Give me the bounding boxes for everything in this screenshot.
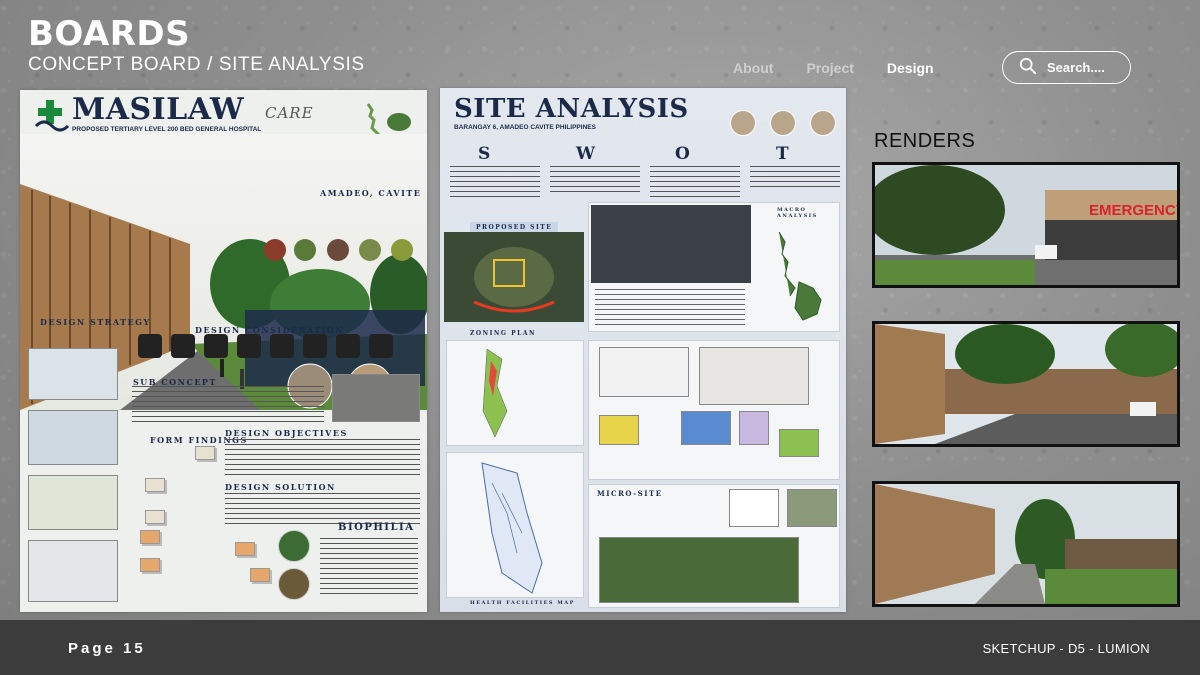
design-strategy-heading: DESIGN STRATEGY — [40, 317, 151, 327]
emergency-sign: EMERGENCY — [1089, 202, 1177, 219]
svg-text:AMADEO, CAVITE: AMADEO, CAVITE — [319, 188, 421, 198]
board-subtitle: PROPOSED TERTIARY LEVEL 200 BED GENERAL … — [72, 126, 262, 133]
design-objectives-heading: DESIGN OBJECTIVES — [225, 428, 348, 438]
consideration-icon — [270, 334, 294, 358]
consideration-icons — [138, 334, 393, 358]
design-solution-heading: DESIGN SOLUTION — [225, 482, 336, 492]
consideration-icon — [171, 334, 195, 358]
macro-analysis-label: MACRO ANALYSIS — [777, 207, 818, 219]
consideration-icon — [303, 334, 327, 358]
biophilia-heading: BIOPHILIA — [338, 522, 415, 533]
form-block — [195, 446, 215, 460]
board-title-suffix: CARE — [265, 104, 314, 122]
page-subtitle: CONCEPT BOARD / SITE ANALYSIS — [28, 54, 365, 75]
strategy-diagram-1 — [28, 348, 118, 400]
swot-strengths-text — [450, 166, 540, 198]
hazard-map — [681, 411, 731, 445]
biophilia-thumb — [278, 568, 310, 600]
consideration-icon — [138, 334, 162, 358]
form-block — [250, 568, 270, 582]
macro-analysis-panel-1: MACRO ANALYSIS — [588, 202, 840, 332]
consideration-icon — [336, 334, 360, 358]
page-number: Page 15 — [68, 640, 146, 657]
health-facilities-map-label: HEALTH FACILITIES MAP — [470, 600, 575, 606]
strategy-diagram-3 — [28, 475, 118, 530]
form-block — [145, 510, 165, 524]
regional-map — [779, 429, 819, 457]
swot-o: O — [675, 144, 690, 164]
strategy-diagram-2 — [28, 410, 118, 465]
zoning-map — [599, 415, 639, 445]
form-block — [145, 478, 165, 492]
search-placeholder: Search.... — [1047, 60, 1105, 75]
zoning-plan-label: ZONING PLAN — [470, 330, 536, 337]
site-analysis-title: SITE ANALYSIS — [454, 94, 689, 124]
swot-weaknesses-text — [550, 166, 640, 194]
zoning-plan-panel — [446, 340, 584, 446]
land-use-map — [739, 411, 769, 445]
biophilia-text — [320, 538, 418, 598]
health-facilities-map — [446, 452, 584, 598]
footer-bar: Page 15 SKETCHUP - D5 - LUMION — [0, 620, 1200, 675]
swot-s: S — [478, 144, 491, 164]
search-icon — [1019, 57, 1037, 78]
micro-site-label: MICRO-SITE — [597, 489, 663, 498]
render-emergency-entrance[interactable]: EMERGENCY — [872, 162, 1180, 288]
hospital-logo-icon — [32, 96, 72, 136]
render-street-view[interactable] — [872, 321, 1180, 447]
sub-concept-photo — [332, 374, 420, 422]
nav-about[interactable]: About — [733, 60, 773, 76]
consideration-icon — [237, 334, 261, 358]
top-nav: About Project Design — [733, 60, 934, 76]
macro-analysis-panel-2 — [588, 340, 840, 480]
form-block — [140, 558, 160, 572]
swot-w: W — [576, 144, 596, 164]
swot-t: T — [776, 144, 789, 164]
micro-site-diagram — [599, 537, 799, 603]
site-photo — [787, 489, 837, 527]
philippines-map-icon — [778, 231, 822, 321]
site-analysis-board[interactable]: SITE ANALYSIS BARANGAY 6, AMADEO CAVITE … — [440, 88, 846, 612]
proposed-site-map — [444, 232, 584, 322]
road-network-map — [699, 347, 809, 405]
team-avatar — [730, 110, 756, 136]
macro-dark-map — [591, 205, 751, 283]
macro-text — [595, 289, 745, 327]
consideration-icon — [369, 334, 393, 358]
page-title: BOARDS — [28, 14, 191, 54]
sub-concept-text — [132, 386, 324, 426]
render-garden-walkway[interactable] — [872, 481, 1180, 607]
design-objectives-text — [225, 439, 420, 477]
board-title: MASILAW — [72, 92, 245, 127]
strategy-diagram-4 — [28, 540, 118, 602]
swot-opportunities-text — [650, 166, 740, 198]
municipality-map — [599, 347, 689, 397]
form-block — [235, 542, 255, 556]
nav-project[interactable]: Project — [806, 60, 853, 76]
site-analysis-subtitle: BARANGAY 6, AMADEO CAVITE PHILIPPINES — [454, 124, 596, 131]
nav-design[interactable]: Design — [887, 60, 934, 76]
micro-site-panel: MICRO-SITE — [588, 484, 840, 608]
consideration-icon — [204, 334, 228, 358]
tools-credit: SKETCHUP - D5 - LUMION — [982, 641, 1150, 656]
concept-board[interactable]: MASILAW CARE PROPOSED TERTIARY LEVEL 200… — [20, 90, 427, 612]
form-block — [140, 530, 160, 544]
team-avatar — [770, 110, 796, 136]
team-avatar — [810, 110, 836, 136]
biophilia-thumb — [278, 530, 310, 562]
swot-threats-text — [750, 166, 840, 188]
renders-heading: RENDERS — [874, 130, 976, 152]
site-plan-sketch — [729, 489, 779, 527]
search-box[interactable]: Search.... — [1002, 51, 1131, 84]
